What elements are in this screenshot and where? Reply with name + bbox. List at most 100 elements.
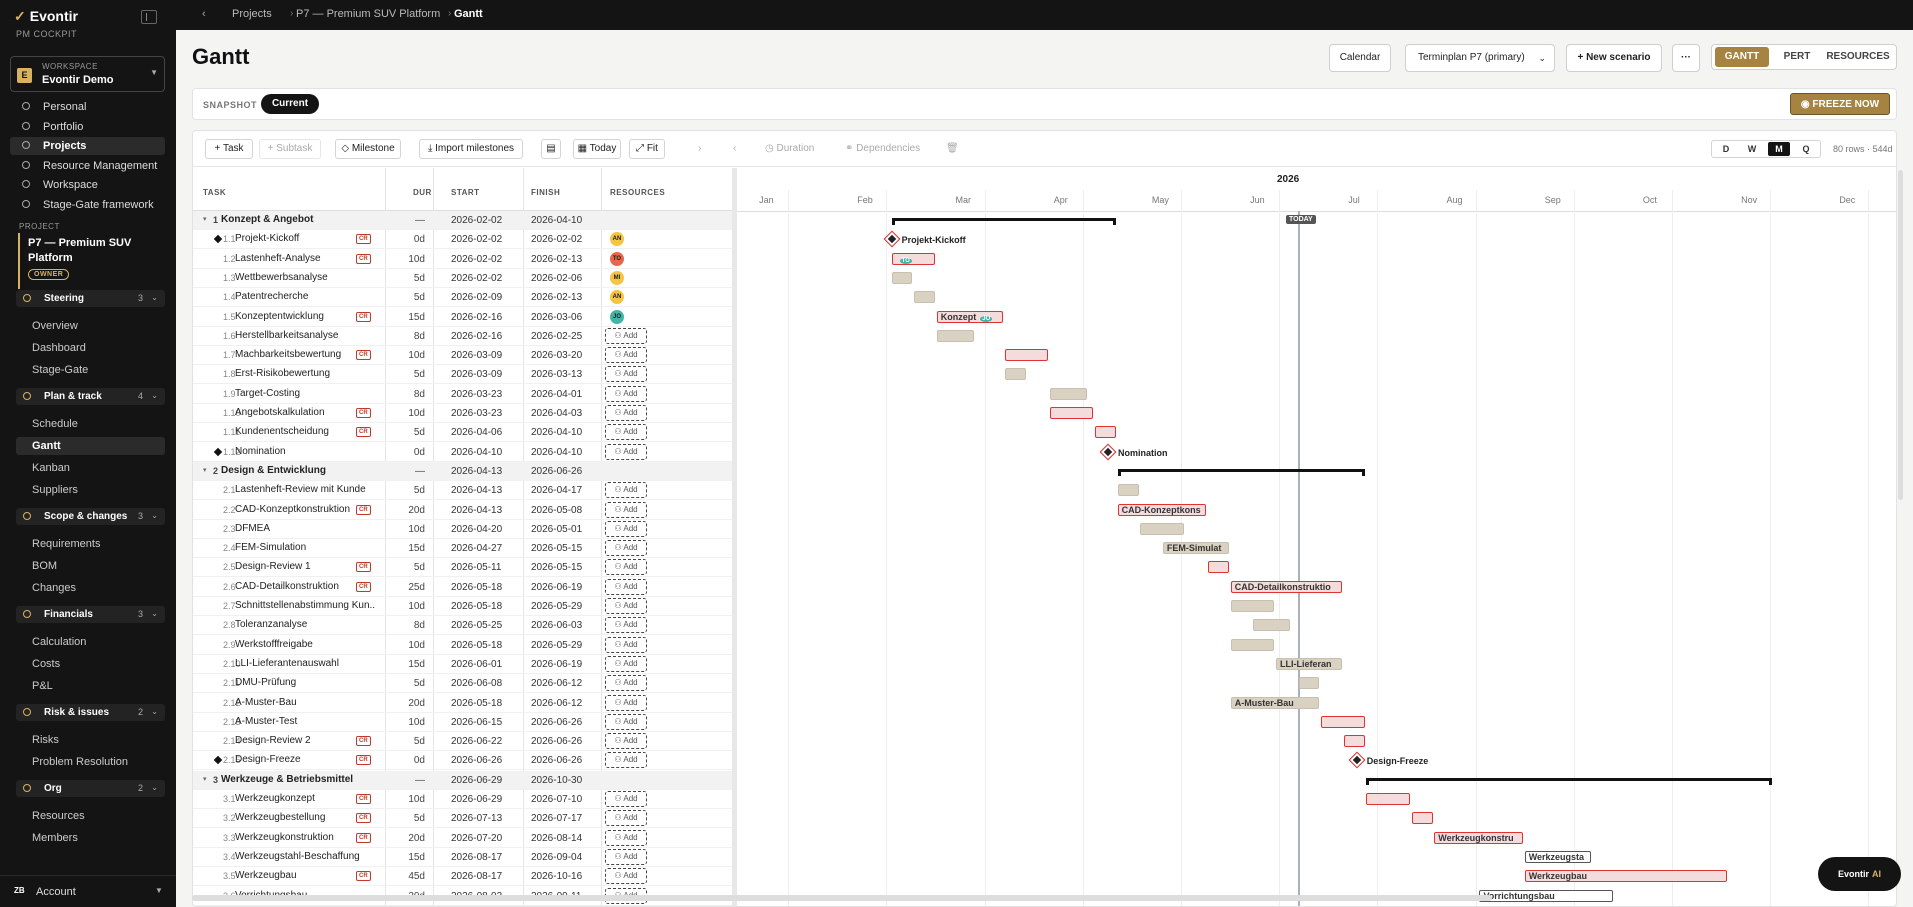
sidebar-collapse-icon[interactable]: [141, 10, 157, 24]
sidebar-item-members[interactable]: Members: [16, 829, 165, 847]
phase-row[interactable]: ▾ 2 Design & Entwicklung —2026-04-13 2026-06…: [193, 461, 733, 481]
sidebar-item-p-l[interactable]: P&L: [16, 677, 165, 695]
task-bar[interactable]: [914, 291, 936, 304]
chevron-down-icon[interactable]: ▾: [203, 215, 207, 223]
add-resource-button[interactable]: ⚇ Add: [605, 520, 647, 537]
task-bar[interactable]: LLI-Lieferan: [1275, 657, 1343, 670]
task-bar[interactable]: Werkzeugkonstru: [1434, 831, 1523, 844]
task-name[interactable]: Erst-Risikobewertung: [235, 368, 375, 379]
task-name[interactable]: Herstellbarkeitsanalyse: [235, 330, 375, 341]
add-resource-button[interactable]: ⚇ Add: [605, 829, 647, 846]
table-row[interactable]: 1.11 Kundenentscheidung CR 5d 2026-04-06 2026…: [193, 423, 733, 443]
task-bar[interactable]: [1004, 368, 1026, 381]
table-row[interactable]: 2.15 Design-Freeze CR 0d 2026-06-26 2026-06-2…: [193, 751, 733, 771]
task-bar[interactable]: [1049, 387, 1087, 400]
task-bar[interactable]: FEM-Simulat: [1162, 542, 1230, 555]
table-row[interactable]: 2.9 Werkstofffreigabe 10d 2026-05-18 2026-05…: [193, 636, 733, 655]
task-name[interactable]: Target-Costing: [235, 388, 375, 399]
sidebar-item-suppliers[interactable]: Suppliers: [16, 481, 165, 499]
task-name[interactable]: Wettbewerbsanalyse: [235, 272, 375, 283]
sidebar-item-kanban[interactable]: Kanban: [16, 459, 165, 477]
zoom-day[interactable]: D: [1715, 142, 1737, 156]
current-project[interactable]: P7 — Premium SUV Platform OWNER: [18, 233, 161, 289]
sidebar-item-problem-resolution[interactable]: Problem Resolution: [16, 753, 165, 771]
task-bar[interactable]: [1117, 484, 1139, 497]
chevron-left-icon[interactable]: ‹: [733, 139, 736, 159]
table-row[interactable]: 1.10 Angebotskalkulation CR 10d 2026-03-23 20…: [193, 404, 733, 423]
horizontal-scrollbar[interactable]: [192, 895, 1492, 901]
avatar[interactable]: AN: [610, 290, 624, 305]
add-resource-button[interactable]: ⚇ Add: [605, 501, 647, 518]
nav-group-0[interactable]: Steering 3 ⌄: [16, 290, 165, 307]
add-resource-button[interactable]: ⚇ Add: [605, 482, 647, 499]
snapshot-current-button[interactable]: Current: [261, 94, 319, 114]
trash-icon[interactable]: 🗑: [946, 139, 959, 159]
nav-group-1[interactable]: Plan & track 4 ⌄: [16, 388, 165, 405]
table-row[interactable]: 2.12 A-Muster-Bau 20d 2026-05-18 2026-06-12 ⚇…: [193, 694, 733, 713]
sidebar-item-dashboard[interactable]: Dashboard: [16, 339, 165, 357]
table-row[interactable]: 1.12 Nomination 0d 2026-04-10 2026-04-10 ⚇ Ad…: [193, 443, 733, 462]
sidebar-item-requirements[interactable]: Requirements: [16, 535, 165, 553]
table-row[interactable]: 1.2 Lastenheft-Analyse CR 10d 2026-02-02 2026…: [193, 250, 733, 269]
task-name[interactable]: Lastenheft-Review mit Kunde: [235, 484, 375, 495]
task-name[interactable]: Design-Review 2: [235, 735, 375, 746]
nav-group-3[interactable]: Financials 3 ⌄: [16, 606, 165, 623]
table-row[interactable]: 2.6 CAD-Detailkonstruktion CR 25d 2026-05-18…: [193, 578, 733, 597]
task-name[interactable]: DMU-Prüfung: [235, 677, 375, 688]
task-bar[interactable]: [1366, 793, 1410, 805]
sidebar-item-risks[interactable]: Risks: [16, 731, 165, 749]
avatar[interactable]: AN: [610, 232, 624, 247]
back-icon[interactable]: ‹: [202, 8, 206, 20]
task-bar[interactable]: Vorrichtungsbau: [1479, 889, 1614, 902]
chevron-right-icon[interactable]: ›: [698, 139, 701, 159]
calendar-button[interactable]: Calendar: [1329, 44, 1391, 72]
col-dur[interactable]: DUR: [413, 188, 432, 197]
scenario-select[interactable]: Terminplan P7 (primary) ⌄: [1405, 44, 1555, 72]
ai-assistant-button[interactable]: Evontir AI: [1818, 857, 1901, 891]
task-bar[interactable]: [1049, 407, 1094, 419]
app-logo[interactable]: ✓ Evontir: [14, 8, 78, 25]
task-name[interactable]: Werkzeugkonstruktion: [235, 832, 375, 843]
table-row[interactable]: 2.14 Design-Review 2 CR 5d 2026-06-22 2026-06…: [193, 732, 733, 752]
today-button[interactable]: ▦ Today: [573, 139, 621, 159]
zoom-quarter[interactable]: Q: [1795, 142, 1817, 156]
table-row[interactable]: 3.5 Werkzeugbau CR 45d 2026-08-17 2026-10-16 ⚇…: [193, 867, 733, 887]
task-bar[interactable]: [1004, 349, 1049, 362]
col-start[interactable]: START: [451, 188, 480, 197]
tab-resources[interactable]: RESOURCES: [1822, 47, 1894, 67]
avatar[interactable]: MI: [610, 270, 624, 285]
col-resources[interactable]: RESOURCES: [610, 188, 665, 197]
task-bar[interactable]: [1230, 600, 1275, 612]
add-resource-button[interactable]: ⚇ Add: [605, 578, 647, 595]
col-task[interactable]: TASK: [203, 188, 226, 197]
table-row[interactable]: 2.11 DMU-Prüfung 5d 2026-06-08 2026-06-12 ⚇ A…: [193, 674, 733, 694]
nav-group-2[interactable]: Scope & changes 3 ⌄: [16, 508, 165, 525]
table-row[interactable]: 2.7 Schnittstellenabstimmung Kun... 10d 202…: [193, 597, 733, 616]
workspace-switcher[interactable]: E WORKSPACE Evontir Demo ▼: [10, 56, 165, 92]
summary-bar[interactable]: [1366, 777, 1773, 785]
nav-item-personal[interactable]: Personal: [10, 98, 165, 116]
add-resource-button[interactable]: ⚇ Add: [605, 327, 647, 344]
table-row[interactable]: 1.8 Erst-Risikobewertung 5d 2026-03-09 2026-…: [193, 365, 733, 385]
add-resource-button[interactable]: ⚇ Add: [605, 810, 647, 827]
add-task-button[interactable]: + Task: [205, 139, 253, 159]
task-bar[interactable]: CAD-Detailkonstruktio: [1230, 580, 1343, 593]
task-name[interactable]: Kundenentscheidung: [235, 426, 375, 437]
task-name[interactable]: Projekt-Kickoff: [235, 233, 375, 244]
chevron-down-icon[interactable]: ▾: [203, 466, 207, 474]
table-row[interactable]: 1.9 Target-Costing 8d 2026-03-23 2026-04-01 ⚇…: [193, 385, 733, 404]
add-resource-button[interactable]: ⚇ Add: [605, 694, 647, 711]
nav-item-resource-management[interactable]: Resource Management: [10, 157, 165, 175]
tab-pert[interactable]: PERT: [1774, 47, 1820, 67]
task-name[interactable]: CAD-Detailkonstruktion: [235, 581, 375, 592]
nav-item-projects[interactable]: Projects: [10, 137, 165, 155]
zoom-month[interactable]: M: [1768, 142, 1790, 156]
sidebar-item-stage-gate[interactable]: Stage-Gate: [16, 361, 165, 379]
task-name[interactable]: Konzept & Angebot: [221, 214, 361, 225]
task-bar[interactable]: Konzept JO: [936, 310, 1003, 323]
task-name[interactable]: A-Muster-Bau: [235, 697, 375, 708]
table-row[interactable]: 1.7 Machbarkeitsbewertung CR 10d 2026-03-09 2…: [193, 346, 733, 366]
add-resource-button[interactable]: ⚇ Add: [605, 424, 647, 441]
task-bar[interactable]: [1343, 735, 1365, 748]
sidebar-item-overview[interactable]: Overview: [16, 317, 165, 335]
